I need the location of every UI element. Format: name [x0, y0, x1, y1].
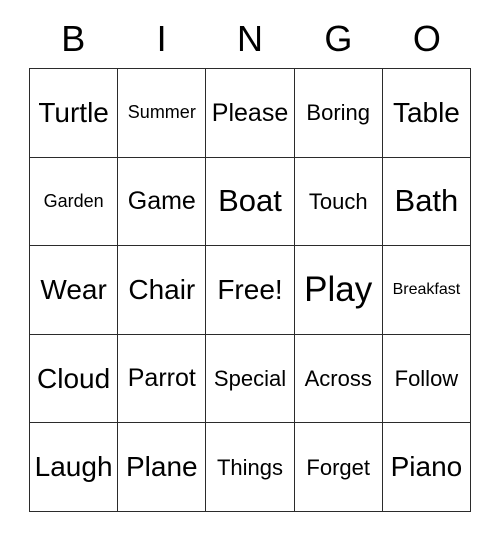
bingo-cell-r4-c2[interactable]: Things: [206, 423, 295, 512]
bingo-cell-r3-c2[interactable]: Special: [206, 334, 295, 424]
bingo-cell-label: Special: [213, 366, 287, 392]
bingo-grid: Turtle Summer Please Boring Table Garden Game B…: [29, 68, 472, 512]
bingo-cell-label: Piano: [390, 451, 463, 483]
bingo-cell-r3-c4[interactable]: Follow: [382, 334, 472, 424]
bingo-cell-r0-c2[interactable]: Please: [206, 69, 295, 158]
bingo-cell-label: Game: [127, 187, 196, 216]
bingo-row: Laugh Plane Things Forget Piano: [30, 423, 472, 512]
bingo-cell-r0-c3[interactable]: Boring: [294, 69, 383, 158]
bingo-cell-r1-c2[interactable]: Boat: [206, 157, 295, 247]
bingo-header-row: BINGO: [29, 10, 471, 68]
bingo-header-letter-3: G: [324, 18, 353, 59]
bingo-cell-r0-c4[interactable]: Table: [382, 69, 472, 158]
bingo-cell-label: Plane: [125, 451, 198, 483]
bingo-cell-label: Bath: [394, 183, 459, 219]
bingo-cell-label: Summer: [127, 102, 196, 123]
bingo-cell-r1-c0[interactable]: Garden: [30, 157, 119, 247]
bingo-header-letter-0: B: [61, 18, 86, 59]
bingo-cell-r3-c3[interactable]: Across: [294, 334, 383, 424]
bingo-cell-label: Across: [304, 366, 372, 392]
bingo-row: Cloud Parrot Special Across Follow: [30, 334, 472, 424]
bingo-cell-label: Free!: [217, 274, 283, 306]
bingo-cell-label: Play: [304, 269, 373, 309]
bingo-cell-label: Touch: [308, 188, 368, 214]
bingo-cell-r2-c2[interactable]: Free!: [206, 246, 295, 335]
bingo-cell-r0-c0[interactable]: Turtle: [30, 69, 119, 158]
bingo-cell-label: Cloud: [37, 362, 111, 394]
bingo-cell-r3-c0[interactable]: Cloud: [30, 334, 119, 424]
bingo-cell-label: Laugh: [34, 451, 113, 483]
bingo-cell-label: Table: [392, 97, 460, 129]
bingo-row: Turtle Summer Please Boring Table: [30, 69, 472, 158]
bingo-cell-r2-c3[interactable]: Play: [294, 246, 383, 335]
bingo-header-letter-4: O: [412, 18, 441, 59]
bingo-row: Garden Game Boat Touch Bath: [30, 157, 472, 247]
bingo-cell-r2-c1[interactable]: Chair: [118, 246, 207, 335]
bingo-cell-r4-c3[interactable]: Forget: [294, 423, 383, 512]
bingo-header-letter-1: I: [156, 18, 167, 59]
bingo-cell-r1-c4[interactable]: Bath: [382, 157, 472, 247]
bingo-cell-label: Boat: [218, 183, 282, 219]
bingo-cell-label: Garden: [43, 190, 104, 211]
bingo-cell-label: Parrot: [127, 364, 196, 393]
bingo-cell-r1-c1[interactable]: Game: [118, 157, 207, 247]
bingo-cell-label: Turtle: [38, 97, 109, 129]
bingo-cell-r4-c4[interactable]: Piano: [382, 423, 472, 512]
bingo-cell-label: Boring: [306, 100, 370, 126]
bingo-cell-label: Things: [216, 454, 284, 480]
bingo-cell-r4-c0[interactable]: Laugh: [30, 423, 119, 512]
bingo-cell-label: Forget: [306, 454, 370, 480]
bingo-header-letter-2: N: [237, 18, 264, 59]
bingo-cell-r3-c1[interactable]: Parrot: [118, 334, 207, 424]
bingo-cell-label: Please: [211, 98, 289, 127]
bingo-cell-r2-c0[interactable]: Wear: [30, 246, 119, 335]
bingo-cell-r2-c4[interactable]: Breakfast: [382, 246, 472, 335]
bingo-cell-label: Wear: [40, 274, 107, 306]
bingo-cell-label: Breakfast: [392, 280, 461, 298]
bingo-row: Wear Chair Free! Play Breakfast: [30, 246, 472, 335]
bingo-cell-label: Follow: [394, 366, 459, 392]
bingo-cell-label: Chair: [128, 274, 196, 306]
bingo-cell-r4-c1[interactable]: Plane: [118, 423, 207, 512]
bingo-cell-r1-c3[interactable]: Touch: [294, 157, 383, 247]
bingo-card: B I N G O Turtle Summer Please Boring Table Garde…: [29, 10, 472, 512]
bingo-cell-r0-c1[interactable]: Summer: [118, 69, 207, 158]
